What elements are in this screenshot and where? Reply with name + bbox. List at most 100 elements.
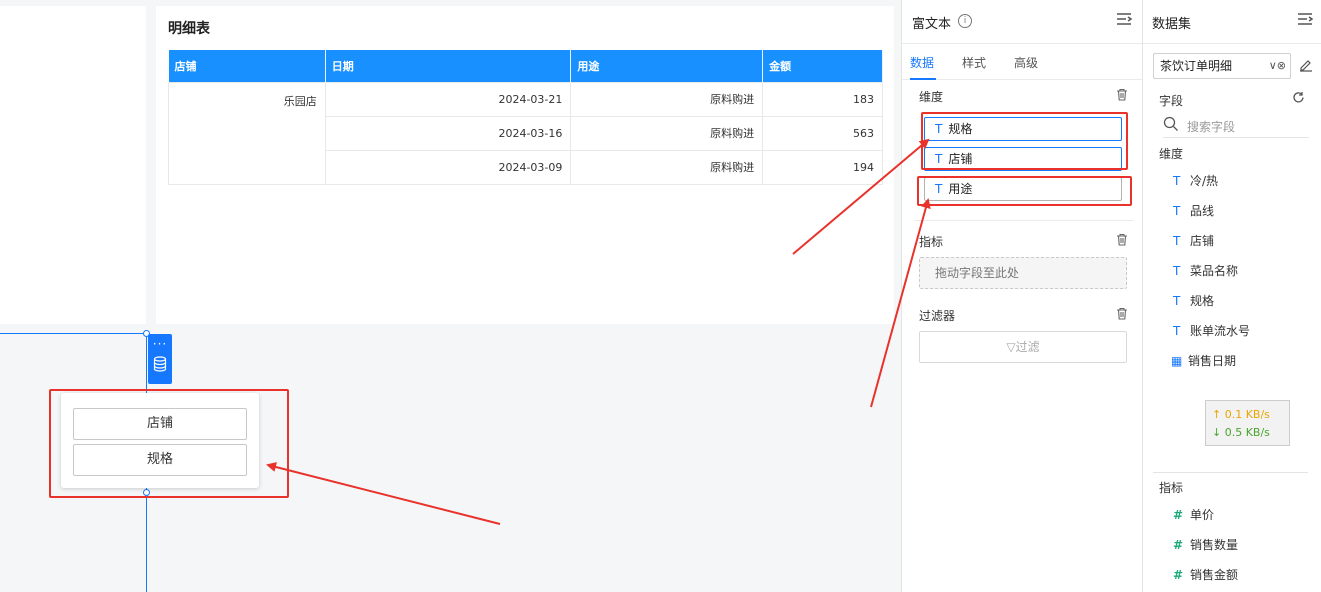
tab-style[interactable]: 样式: [962, 54, 986, 71]
more-icon[interactable]: ···: [148, 334, 172, 354]
dimension-chip-store[interactable]: T 店铺: [924, 147, 1122, 171]
field-name: 销售金额: [1190, 568, 1239, 582]
dimension-chip-spec[interactable]: T 规格: [924, 117, 1122, 141]
search-icon: [1163, 116, 1178, 131]
field-item-product-line[interactable]: T 品线: [1173, 202, 1214, 219]
upload-speed: ↑ 0.1 KB/s: [1212, 408, 1270, 421]
field-name: 冷/热: [1190, 174, 1219, 188]
metric-section-label: 指标: [919, 235, 944, 249]
cell-store: 乐园店: [168, 81, 326, 185]
text-field-icon: T: [1173, 204, 1181, 218]
collapse-menu-icon[interactable]: [1116, 12, 1132, 26]
chip-label: 店铺: [948, 152, 973, 166]
column-header-usage[interactable]: 用途: [570, 50, 764, 82]
dataset-select[interactable]: 茶饮订单明细 ∨⊗: [1153, 53, 1291, 79]
dimension-section-label: 维度: [919, 90, 944, 104]
header-divider: [1143, 43, 1321, 44]
config-panel-header: 富文本 i: [902, 0, 1142, 44]
dataset-panel-title: 数据集: [1152, 17, 1192, 32]
table-header-row: 店铺 日期 用途 金额: [168, 50, 883, 82]
field-item-dish-name[interactable]: T 菜品名称: [1173, 262, 1238, 279]
text-type-icon: T: [935, 122, 943, 136]
dataset-select-value: 茶饮订单明细: [1160, 59, 1233, 73]
tab-data[interactable]: 数据: [910, 54, 934, 71]
cell-amount: 563: [762, 115, 883, 151]
search-placeholder: 搜索字段: [1187, 120, 1236, 134]
collapse-menu-icon[interactable]: [1297, 12, 1313, 26]
field-item-unit-price[interactable]: # 单价: [1173, 506, 1214, 523]
dimension-chip-usage[interactable]: T 用途: [924, 177, 1122, 201]
cell-usage: 原料购进: [570, 115, 764, 151]
cell-date: 2024-03-16: [324, 115, 572, 151]
network-speed-widget: ↑ 0.1 KB/s ↓ 0.5 KB/s: [1205, 400, 1290, 446]
trash-icon[interactable]: [1116, 307, 1128, 320]
field-name: 规格: [1190, 294, 1215, 308]
chip-label: 用途: [948, 182, 973, 196]
refresh-icon[interactable]: [1292, 91, 1305, 104]
field-item-sale-quantity[interactable]: # 销售数量: [1173, 536, 1238, 553]
field-name: 单价: [1190, 508, 1215, 522]
add-filter-button[interactable]: ▽过滤: [919, 331, 1127, 363]
field-item-bill-serial[interactable]: T 账单流水号: [1173, 322, 1250, 339]
trash-icon[interactable]: [1116, 88, 1128, 101]
active-tab-indicator: [910, 78, 936, 80]
filter-button-spec[interactable]: 规格: [73, 444, 247, 476]
database-icon[interactable]: [153, 356, 167, 372]
chip-label: 规格: [948, 122, 973, 136]
field-name: 账单流水号: [1190, 324, 1251, 338]
metric-drop-zone[interactable]: 拖动字段至此处: [919, 257, 1127, 289]
text-field-icon: T: [1173, 294, 1181, 308]
filter-popup: 店铺 规格: [61, 393, 259, 488]
filter-button-store[interactable]: 店铺: [73, 408, 247, 440]
text-field-icon: T: [1173, 234, 1181, 248]
cell-date: 2024-03-09: [324, 149, 572, 185]
select-clear-icon[interactable]: ∨⊗: [1269, 54, 1286, 78]
cell-usage: 原料购进: [570, 81, 764, 117]
edit-icon[interactable]: [1299, 58, 1313, 72]
tab-advanced[interactable]: 高级: [1014, 54, 1038, 71]
column-header-amount[interactable]: 金额: [762, 50, 883, 82]
column-header-date[interactable]: 日期: [325, 50, 572, 82]
left-card[interactable]: [0, 6, 146, 324]
text-field-icon: T: [1173, 174, 1181, 188]
text-field-icon: T: [1173, 264, 1181, 278]
field-item-spec[interactable]: T 规格: [1173, 292, 1214, 309]
number-field-icon: #: [1173, 508, 1184, 522]
section-divider: [1153, 472, 1308, 473]
field-search[interactable]: 搜索字段: [1163, 116, 1309, 138]
section-divider: [914, 220, 1134, 221]
trash-icon[interactable]: [1116, 233, 1128, 246]
calculated-number-field-icon: #: [1173, 568, 1184, 582]
number-field-icon: #: [1173, 538, 1184, 552]
field-item-sale-amount[interactable]: # 销售金额: [1173, 566, 1238, 583]
field-item-hot-cold[interactable]: T 冷/热: [1173, 172, 1218, 189]
metric-group-label: 指标: [1159, 481, 1184, 495]
info-icon[interactable]: i: [958, 14, 972, 28]
text-type-icon: T: [935, 152, 943, 166]
detail-table-card[interactable]: 明细表 店铺 日期 用途 金额 乐园店 2024-03-21 原料购进 183: [156, 6, 894, 324]
column-header-store[interactable]: 店铺: [168, 50, 326, 82]
calendar-icon: ▦: [1171, 354, 1183, 368]
table-title: 明细表: [168, 21, 210, 37]
dashboard-canvas: 明细表 店铺 日期 用途 金额 乐园店 2024-03-21 原料购进 183: [0, 0, 901, 592]
cell-usage: 原料购进: [570, 149, 764, 185]
field-name: 销售日期: [1188, 354, 1237, 368]
resize-handle[interactable]: [143, 489, 150, 496]
field-item-store[interactable]: T 店铺: [1173, 232, 1214, 249]
cell-amount: 194: [762, 149, 883, 185]
field-item-sale-date[interactable]: ▦ 销售日期: [1171, 352, 1236, 369]
text-field-icon: T: [1173, 324, 1181, 338]
dimension-group-label: 维度: [1159, 147, 1184, 161]
cell-amount: 183: [762, 81, 883, 117]
component-toolbar: ···: [148, 334, 172, 384]
panel-title: 富文本: [912, 17, 952, 32]
dataset-panel: 数据集 茶饮订单明细 ∨⊗ 字段 搜索字段 维度 T 冷/热 T 品线 T 店铺 T菜…: [1142, 0, 1321, 592]
cell-date: 2024-03-21: [324, 81, 572, 117]
fields-label: 字段: [1159, 94, 1184, 108]
filter-section-label: 过滤器: [919, 309, 956, 323]
selection-border-top: [0, 333, 146, 334]
text-type-icon: T: [935, 182, 943, 196]
field-name: 菜品名称: [1190, 264, 1239, 278]
field-name: 店铺: [1190, 234, 1215, 248]
field-name: 销售数量: [1190, 538, 1239, 552]
